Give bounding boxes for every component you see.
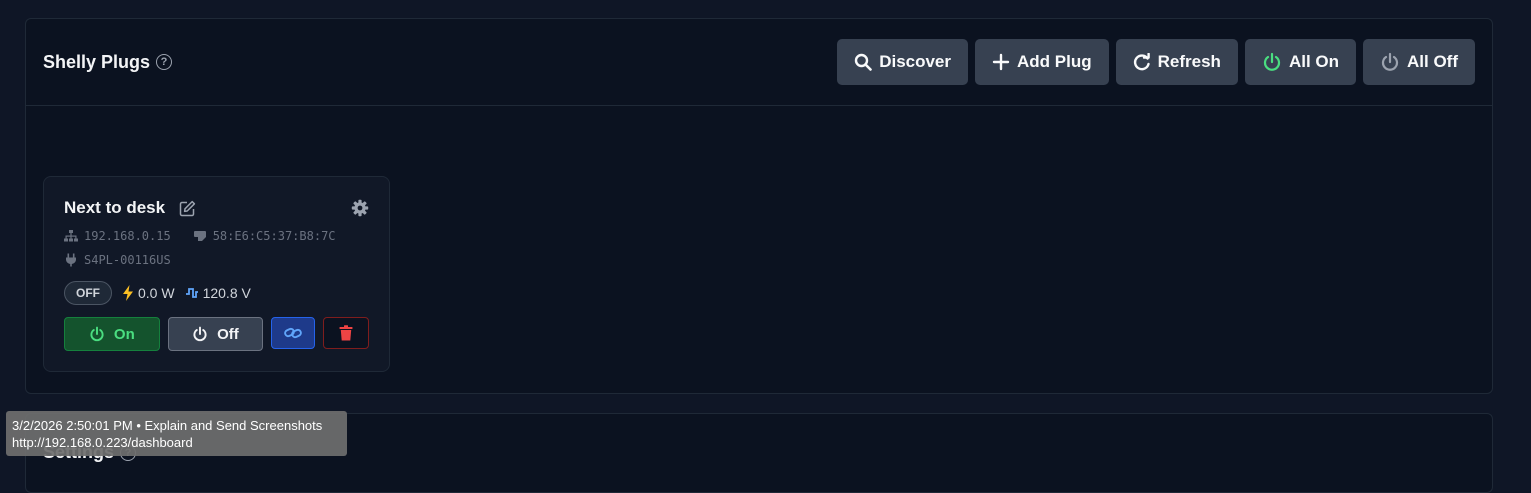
link-icon [284,327,303,339]
refresh-icon [1133,53,1150,71]
refresh-label: Refresh [1157,52,1221,71]
trash-icon [339,325,353,341]
screenshot-tooltip: 3/2/2026 2:50:01 PM • Explain and Send S… [6,411,347,456]
plug-off-label: Off [217,325,239,343]
plug-name: Next to desk [64,198,166,217]
discover-button[interactable]: Discover [837,39,969,85]
power-icon [1263,52,1281,71]
plug-icon [66,253,76,267]
plug-on-button[interactable]: On [64,317,160,351]
tooltip-line1: 3/2/2026 2:50:01 PM • Explain and Send S… [12,418,323,433]
wave-icon [185,288,198,298]
gear-icon[interactable] [351,199,369,217]
plug-model: S4PL-00116US [84,253,171,267]
plug-delete-button[interactable] [323,317,369,349]
status-badge: OFF [64,281,112,305]
network-icon [64,230,78,242]
power-icon [193,326,207,342]
toolbar: Discover Add Plug Refresh All On All Off [837,39,1475,85]
plug-network-row: 192.168.0.15 58:E6:C5:37:B8:7C [64,227,369,245]
all-on-label: All On [1288,52,1339,71]
plug-actions: On Off [64,317,369,351]
all-off-button[interactable]: All Off [1363,39,1475,85]
plug-status-row: OFF 0.0 W 120.8 V [64,281,369,305]
discover-label: Discover [879,52,952,71]
refresh-button[interactable]: Refresh [1115,39,1238,85]
voltage-reading: 120.8 V [185,285,251,301]
plus-icon [992,53,1010,71]
help-icon[interactable]: ? [156,54,173,70]
plug-card: Next to desk 192.168.0.15 58:E6:C5:37:B8… [43,176,390,372]
edit-icon[interactable] [179,200,196,217]
panel-header: Shelly Plugs ? Discover Add Plug Refresh… [26,19,1492,106]
plug-ip: 192.168.0.15 [84,229,171,243]
voltage-value: 120.8 V [202,285,251,301]
chip-icon [193,231,206,241]
plug-model-row: S4PL-00116US [64,251,369,269]
plug-on-label: On [113,325,135,343]
power-value: 0.0 W [138,285,175,301]
tooltip-line2: http://192.168.0.223/dashboard [12,435,193,450]
panel-title: Shelly Plugs [43,51,151,72]
panel-title-wrap: Shelly Plugs ? [43,51,173,73]
power-icon [90,326,104,342]
plug-link-button[interactable] [271,317,316,349]
power-icon [1381,52,1399,71]
plug-mac: 58:E6:C5:37:B8:7C [212,229,336,243]
all-on-button[interactable]: All On [1244,39,1356,85]
power-reading: 0.0 W [122,285,175,301]
bolt-icon [123,285,133,301]
add-plug-label: Add Plug [1017,52,1092,71]
plug-card-header: Next to desk [64,197,369,219]
plug-off-button[interactable]: Off [167,317,264,351]
shelly-plugs-panel: Shelly Plugs ? Discover Add Plug Refresh… [25,18,1493,394]
add-plug-button[interactable]: Add Plug [975,39,1109,85]
all-off-label: All Off [1407,52,1458,71]
search-icon [854,53,872,71]
